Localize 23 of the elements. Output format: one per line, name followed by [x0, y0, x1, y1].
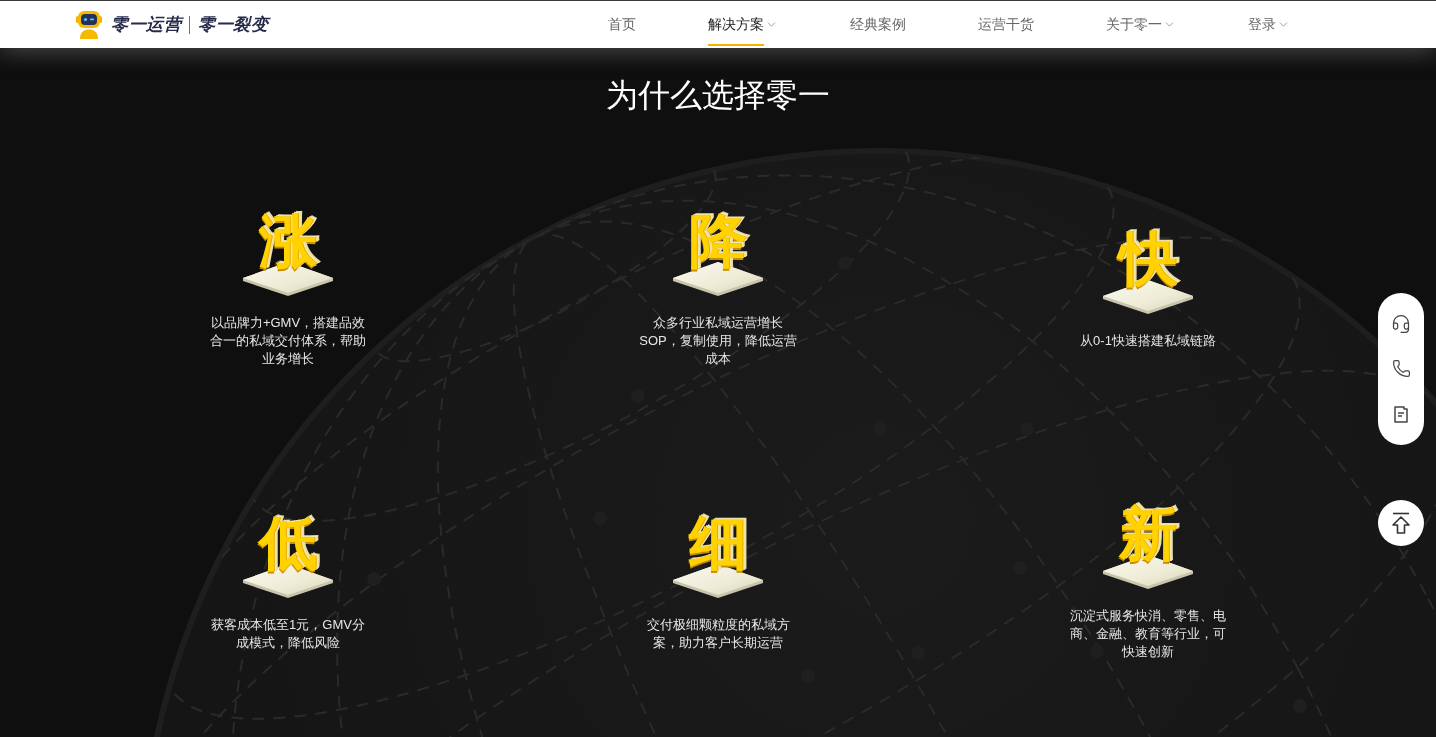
headset-icon: [1391, 313, 1411, 334]
nav-tab[interactable]: 首页: [608, 1, 636, 48]
nav-tab[interactable]: 经典案例: [850, 1, 906, 48]
document-icon: [1391, 404, 1411, 425]
3d-character: 新: [1119, 504, 1177, 563]
nav-tab[interactable]: 运营干货: [978, 1, 1034, 48]
nav-tab[interactable]: 关于零一: [1106, 1, 1176, 48]
feature-description: 沉淀式服务快消、零售、电商、金融、教育等行业，可快速创新: [1069, 606, 1227, 661]
section-title: 为什么选择零一: [606, 76, 830, 115]
3d-character: 细: [689, 513, 747, 572]
3d-character: 涨: [259, 211, 317, 270]
feature-description: 从0-1快速搭建私域链路: [1079, 331, 1217, 350]
back-to-top-icon: [1391, 512, 1411, 534]
feature-description: 以品牌力+GMV，搭建品效合一的私域交付体系，帮助业务增长: [209, 313, 367, 368]
feature-description: 获客成本低至1元，GMV分成模式，降低风险: [210, 615, 366, 652]
nav-tab[interactable]: 解决方案: [708, 1, 778, 48]
feature-description: 众多行业私域运营增长SOP，复制使用，降低运营成本: [638, 313, 798, 368]
nav-tab[interactable]: 登录: [1248, 1, 1290, 48]
3d-character: 低: [259, 513, 317, 572]
feature-description: 交付极细颗粒度的私域方案，助力客户长期运营: [645, 615, 791, 652]
3d-character: 降: [689, 211, 747, 270]
phone-icon: [1391, 359, 1411, 379]
robot-logo-icon: [75, 9, 103, 40]
